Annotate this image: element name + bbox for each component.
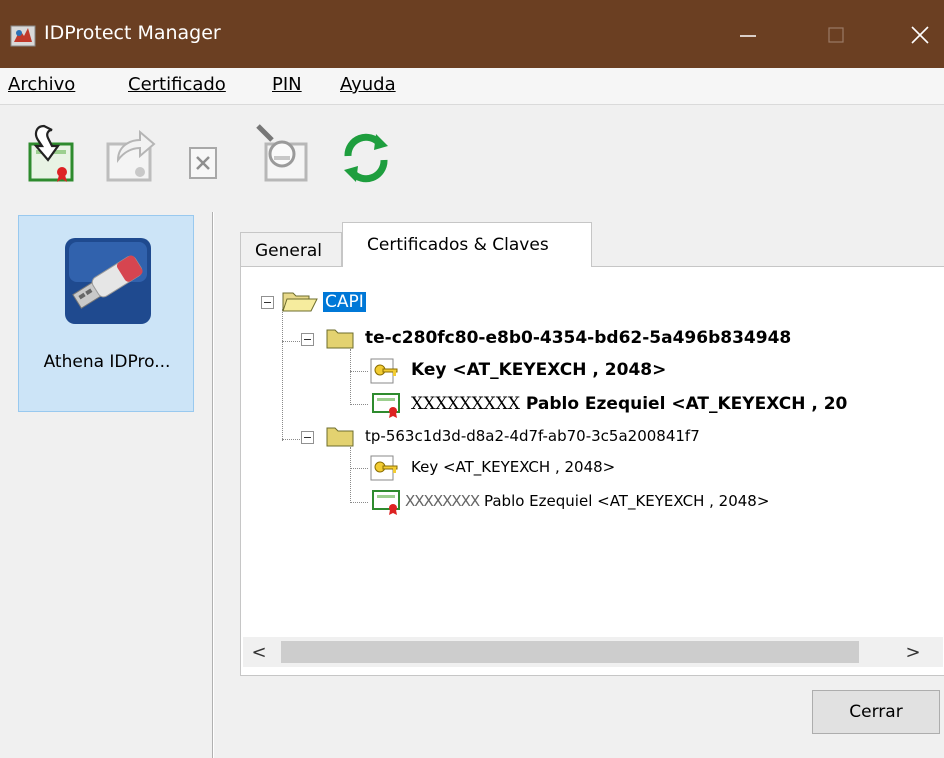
tree-line (350, 371, 368, 372)
masked-name: XXXXXXXXX (411, 394, 520, 414)
scrollbar-thumb[interactable] (281, 641, 859, 663)
idprotect-manager-window: IDProtect Manager Archivo Certificado PI… (0, 0, 944, 758)
minimize-button[interactable] (718, 14, 778, 56)
tree-node-key[interactable]: Key <AT_KEYEXCH , 2048> (411, 458, 615, 476)
menu-pin-label: PIN (272, 74, 302, 95)
delete-certificate-icon (189, 147, 217, 179)
tab-general[interactable]: General (240, 232, 342, 266)
tree-collapse-toggle[interactable] (301, 431, 314, 444)
certificates-panel: CAPI te-c280fc80-e8b0-4354-bd62-5a496b83… (240, 266, 944, 676)
tree-line (282, 309, 283, 441)
menu-certificado-label: Certificado (128, 74, 226, 95)
toolbar (0, 105, 944, 200)
key-icon (370, 358, 398, 384)
menu-ayuda[interactable]: Ayuda (340, 74, 396, 95)
tab-certificados-claves[interactable]: Certificados & Claves (342, 222, 592, 267)
tree-node-container[interactable]: tp-563c1d3d-d8a2-4d7f-ab70-3c5a200841f7 (365, 427, 700, 445)
tree-node-container[interactable]: te-c280fc80-e8b0-4354-bd62-5a496b834948 (365, 328, 791, 348)
masked-name: XXXXXXXX (405, 492, 480, 510)
tree-line (350, 447, 351, 503)
chevron-left-icon: < (251, 641, 267, 663)
panel-splitter[interactable] (212, 212, 214, 758)
export-certificate-button[interactable] (100, 120, 160, 186)
refresh-button[interactable] (336, 120, 396, 186)
maximize-button[interactable] (806, 14, 866, 56)
view-certificate-button[interactable] (254, 120, 314, 186)
certificate-icon (372, 490, 400, 515)
tree-collapse-toggle[interactable] (301, 333, 314, 346)
certificates-tree[interactable]: CAPI te-c280fc80-e8b0-4354-bd62-5a496b83… (241, 267, 941, 637)
menu-ayuda-label: Ayuda (340, 74, 396, 95)
view-certificate-icon (256, 124, 308, 182)
tree-line (350, 404, 368, 405)
open-folder-icon (282, 292, 318, 312)
tree-node-certificate[interactable]: XXXXXXXXX Pablo Ezequiel <AT_KEYEXCH , 2… (411, 394, 847, 414)
folder-icon (326, 427, 354, 447)
app-logo-icon (10, 25, 36, 47)
tree-node-key[interactable]: Key <AT_KEYEXCH , 2048> (411, 360, 666, 380)
tree-line (350, 468, 368, 469)
device-item-athena[interactable]: Athena IDPro... (18, 215, 194, 412)
tree-node-capi[interactable]: CAPI (323, 292, 366, 312)
maximize-icon (828, 27, 844, 43)
scroll-right-button[interactable]: > (897, 637, 929, 667)
cerrar-button[interactable]: Cerrar (812, 690, 940, 734)
menu-pin[interactable]: PIN (272, 74, 302, 95)
delete-certificate-button[interactable] (180, 120, 240, 186)
key-icon (370, 455, 398, 481)
menu-archivo[interactable]: Archivo (8, 74, 75, 95)
chevron-right-icon: > (905, 641, 921, 663)
refresh-icon (344, 133, 388, 183)
tree-line (282, 341, 302, 342)
certificate-label: Pablo Ezequiel <AT_KEYEXCH , 20 (519, 394, 848, 414)
title-bar[interactable]: IDProtect Manager (0, 0, 944, 68)
folder-icon (326, 329, 354, 349)
window-title: IDProtect Manager (44, 22, 221, 44)
scroll-left-button[interactable]: < (243, 637, 275, 667)
minimize-icon (740, 35, 756, 37)
tree-collapse-toggle[interactable] (261, 296, 274, 309)
certificate-label: Pablo Ezequiel <AT_KEYEXCH , 2048> (479, 492, 770, 510)
menu-archivo-label: Archivo (8, 74, 76, 95)
import-certificate-button[interactable] (22, 120, 82, 186)
horizontal-scrollbar[interactable]: < > (243, 637, 943, 667)
usb-token-icon (65, 238, 151, 324)
tree-line (350, 502, 368, 503)
tree-node-certificate[interactable]: XXXXXXXX Pablo Ezequiel <AT_KEYEXCH , 20… (405, 492, 769, 510)
menu-certificado[interactable]: Certificado (128, 74, 226, 95)
import-certificate-icon (28, 124, 74, 182)
close-button[interactable] (890, 14, 944, 56)
close-icon (911, 26, 929, 44)
certificate-icon (372, 393, 400, 418)
menu-bar: Archivo Certificado PIN Ayuda (0, 68, 944, 104)
tree-line (350, 349, 351, 405)
export-certificate-icon (106, 129, 156, 182)
device-label: Athena IDPro... (43, 352, 171, 372)
tree-line (282, 439, 302, 440)
tree-node-capi-label: CAPI (323, 292, 366, 312)
